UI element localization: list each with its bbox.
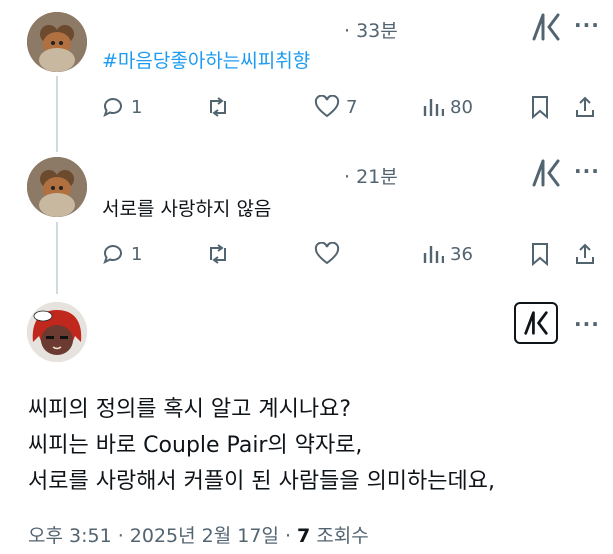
bookmark-icon [530, 95, 550, 119]
views-count: 36 [450, 243, 473, 265]
views-icon [422, 242, 444, 266]
reply-count: 1 [131, 96, 143, 118]
tweet-text-line: 씨피는 바로 Couple Pair의 약자로, [28, 433, 363, 458]
retweet-icon [205, 95, 231, 119]
tweet-text-line: 씨피의 정의를 혹시 알고 계시나요? [28, 397, 352, 422]
like-icon [314, 242, 340, 266]
like-count: 7 [346, 96, 358, 118]
bookmark-icon [530, 242, 550, 266]
reply-count: 1 [131, 243, 143, 265]
views-icon [422, 95, 444, 119]
hashtag-link[interactable]: #마음당좋아하는씨피취향 [102, 46, 310, 73]
reply-button[interactable]: 1 [101, 95, 142, 119]
views-button[interactable]: 80 [422, 95, 473, 119]
share-button[interactable] [574, 95, 596, 119]
share-icon [574, 242, 596, 266]
like-button[interactable] [314, 242, 346, 266]
like-button[interactable]: 7 [314, 95, 357, 119]
tweet-time[interactable]: · 21분 [344, 162, 398, 189]
grok-icon[interactable] [514, 302, 558, 344]
like-icon [314, 95, 340, 119]
share-icon [574, 95, 596, 119]
thread-line [56, 76, 58, 152]
grok-icon[interactable] [531, 159, 561, 187]
reply-button[interactable]: 1 [101, 242, 142, 266]
more-icon[interactable]: ··· [574, 159, 600, 183]
tweet-time[interactable]: · 33분 [344, 16, 398, 43]
views-total: 7 [297, 525, 311, 547]
tweet-text-line: 서로를 사랑해서 커플이 된 사람들을 의미하는데요, [28, 469, 496, 494]
bookmark-button[interactable] [530, 95, 550, 119]
avatar[interactable] [27, 12, 87, 72]
retweet-button[interactable] [205, 95, 237, 119]
grok-icon[interactable] [531, 13, 561, 41]
share-button[interactable] [574, 242, 596, 266]
more-icon[interactable]: ··· [574, 312, 600, 336]
retweet-icon [205, 242, 231, 266]
reply-icon [101, 242, 125, 266]
tweet-text: 서로를 사랑하지 않음 [102, 198, 272, 220]
views-count: 80 [450, 96, 473, 118]
bookmark-button[interactable] [530, 242, 550, 266]
retweet-button[interactable] [205, 242, 237, 266]
avatar[interactable] [27, 157, 87, 217]
reply-icon [101, 95, 125, 119]
thread-line [56, 222, 58, 294]
views-button[interactable]: 36 [422, 242, 473, 266]
avatar[interactable] [27, 302, 87, 362]
more-icon[interactable]: ··· [574, 13, 600, 37]
tweet-timestamp[interactable]: 오후 3:51 · 2025년 2월 17일 · [28, 525, 297, 547]
views-label: 조회수 [310, 525, 369, 547]
tweet-footer: 오후 3:51 · 2025년 2월 17일 · 7 조회수 [28, 521, 369, 548]
